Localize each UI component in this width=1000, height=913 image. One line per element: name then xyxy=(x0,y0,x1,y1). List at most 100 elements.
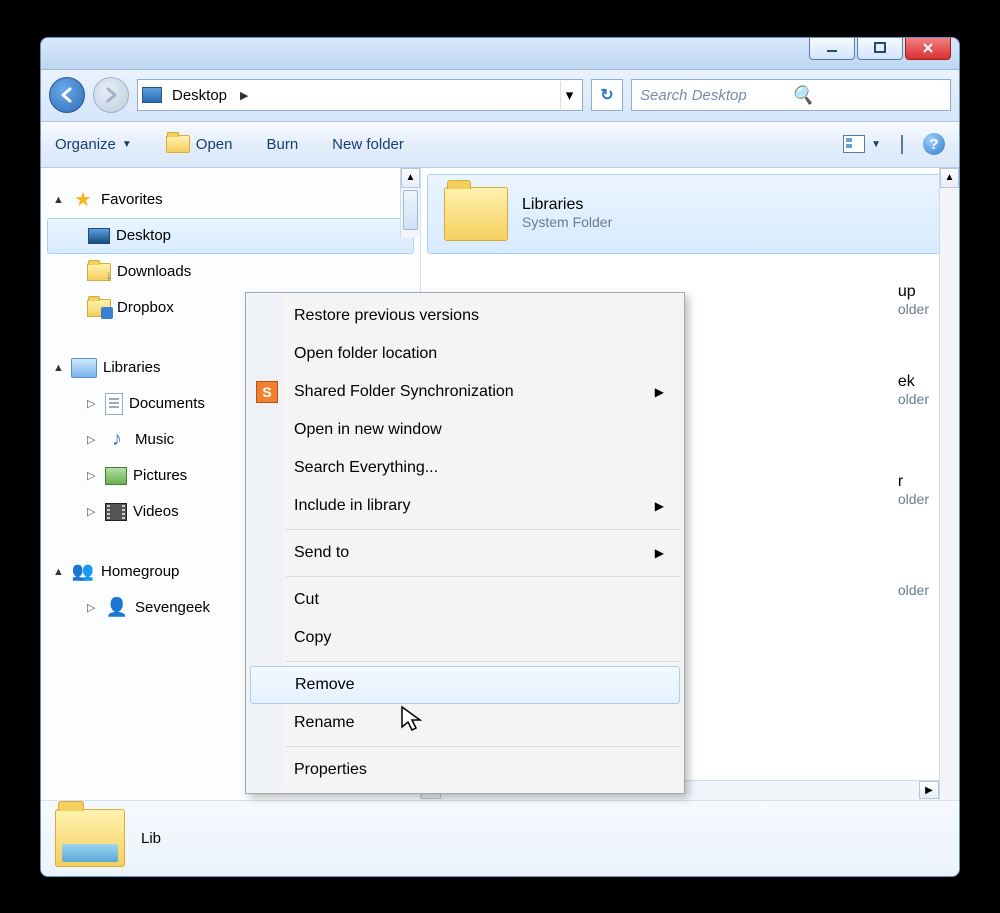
expand-icon[interactable]: ▷ xyxy=(87,505,99,518)
scroll-right-icon[interactable]: ▶ xyxy=(919,781,939,799)
folder-icon xyxy=(55,809,125,867)
search-placeholder: Search Desktop xyxy=(640,87,791,104)
sidebar-item-label: Downloads xyxy=(117,263,191,280)
preview-pane-button[interactable] xyxy=(901,136,903,153)
dropbox-folder-icon xyxy=(87,299,111,317)
star-icon: ★ xyxy=(71,189,95,211)
menu-open-folder-location[interactable]: Open folder location xyxy=(248,335,682,373)
menu-shared-folder-sync[interactable]: S Shared Folder Synchronization ▶ xyxy=(248,373,682,411)
nav-bar: Desktop ▶ ▾ ↻ Search Desktop 🔍 xyxy=(41,70,959,122)
homegroup-label: Homegroup xyxy=(101,563,179,580)
file-item-libraries[interactable]: Libraries System Folder xyxy=(427,174,953,254)
scroll-thumb[interactable] xyxy=(403,190,418,230)
menu-label: Include in library xyxy=(294,497,411,515)
menu-label: Cut xyxy=(294,591,319,609)
expand-icon[interactable]: ▷ xyxy=(87,397,99,410)
titlebar xyxy=(41,38,959,70)
menu-label: Restore previous versions xyxy=(294,307,479,325)
submenu-arrow-icon: ▶ xyxy=(655,546,664,560)
favorites-label: Favorites xyxy=(101,191,163,208)
file-name-partial: r xyxy=(898,473,903,490)
details-name-partial: Lib xyxy=(141,830,161,847)
view-icon xyxy=(843,135,865,153)
sidebar-item-label: Desktop xyxy=(116,227,171,244)
sidebar-item-label: Music xyxy=(135,431,174,448)
breadcrumb-desktop[interactable]: Desktop xyxy=(168,87,231,104)
expand-icon[interactable]: ▷ xyxy=(87,601,99,614)
menu-open-in-new-window[interactable]: Open in new window xyxy=(248,411,682,449)
chevron-down-icon: ▼ xyxy=(871,139,881,150)
expand-icon[interactable]: ▷ xyxy=(87,433,99,446)
file-name-partial: up xyxy=(898,283,916,300)
sidebar-item-downloads[interactable]: Downloads xyxy=(41,254,420,290)
collapse-icon[interactable]: ▲ xyxy=(53,566,65,578)
menu-properties[interactable]: Properties xyxy=(248,751,682,789)
menu-copy[interactable]: Copy xyxy=(248,619,682,657)
menu-remove[interactable]: Remove xyxy=(250,666,680,704)
libraries-icon xyxy=(71,358,97,378)
libraries-label: Libraries xyxy=(103,359,161,376)
address-bar[interactable]: Desktop ▶ ▾ xyxy=(137,79,583,111)
minimize-button[interactable] xyxy=(809,38,855,60)
burn-button[interactable]: Burn xyxy=(266,136,298,153)
forward-button[interactable] xyxy=(93,77,129,113)
menu-separator xyxy=(286,746,680,747)
view-options-button[interactable]: ▼ xyxy=(843,135,881,153)
menu-label: Open in new window xyxy=(294,421,442,439)
person-icon: 👤 xyxy=(105,597,129,619)
collapse-icon[interactable]: ▲ xyxy=(53,362,65,374)
folder-open-icon xyxy=(166,135,190,153)
scroll-up-icon[interactable]: ▲ xyxy=(940,168,959,188)
back-button[interactable] xyxy=(49,77,85,113)
desktop-icon xyxy=(142,87,162,103)
menu-separator xyxy=(286,661,680,662)
downloads-folder-icon xyxy=(87,263,111,281)
expand-icon[interactable]: ▷ xyxy=(87,469,99,482)
monitor-icon xyxy=(88,228,110,244)
chevron-down-icon: ▼ xyxy=(122,139,132,150)
open-button[interactable]: Open xyxy=(166,135,233,153)
file-name-partial: ek xyxy=(898,373,915,390)
menu-send-to[interactable]: Send to ▶ xyxy=(248,534,682,572)
maximize-button[interactable] xyxy=(857,38,903,60)
file-name: Libraries xyxy=(522,196,583,213)
breadcrumb-arrow-icon[interactable]: ▶ xyxy=(237,89,251,102)
menu-search-everything[interactable]: Search Everything... xyxy=(248,449,682,487)
sidebar-item-label: Dropbox xyxy=(117,299,174,316)
file-type-partial: older xyxy=(898,582,929,598)
new-folder-label: New folder xyxy=(332,136,404,153)
menu-cut[interactable]: Cut xyxy=(248,581,682,619)
menu-label: Send to xyxy=(294,544,349,562)
details-pane: Lib xyxy=(41,800,959,876)
main-vertical-scrollbar[interactable]: ▲ xyxy=(939,168,959,800)
s-box-icon: S xyxy=(256,381,278,403)
refresh-button[interactable]: ↻ xyxy=(591,79,623,111)
menu-label: Rename xyxy=(294,714,354,732)
sidebar-item-label: Videos xyxy=(133,503,179,520)
scroll-up-icon[interactable]: ▲ xyxy=(401,168,420,188)
menu-label: Search Everything... xyxy=(294,459,438,477)
address-dropdown[interactable]: ▾ xyxy=(560,81,578,109)
sidebar-section-favorites[interactable]: ▲ ★ Favorites xyxy=(41,182,420,218)
menu-include-in-library[interactable]: Include in library ▶ xyxy=(248,487,682,525)
menu-rename[interactable]: Rename xyxy=(248,704,682,742)
toolbar: Organize ▼ Open Burn New folder ▼ ? xyxy=(41,122,959,168)
menu-label: Copy xyxy=(294,629,331,647)
organize-menu[interactable]: Organize ▼ xyxy=(55,136,132,153)
pictures-icon xyxy=(105,467,127,485)
submenu-arrow-icon: ▶ xyxy=(655,499,664,513)
sidebar-scrollbar[interactable]: ▲ xyxy=(400,168,420,238)
menu-label: Remove xyxy=(295,676,355,694)
file-type-partial: older xyxy=(898,301,929,317)
search-input[interactable]: Search Desktop 🔍 xyxy=(631,79,951,111)
homegroup-icon: 👥 xyxy=(71,561,95,583)
menu-separator xyxy=(286,529,680,530)
close-button[interactable] xyxy=(905,38,951,60)
file-type-partial: older xyxy=(898,491,929,507)
sidebar-item-desktop[interactable]: Desktop xyxy=(47,218,414,254)
search-icon: 🔍 xyxy=(791,85,942,106)
menu-restore-previous-versions[interactable]: Restore previous versions xyxy=(248,297,682,335)
new-folder-button[interactable]: New folder xyxy=(332,136,404,153)
collapse-icon[interactable]: ▲ xyxy=(53,194,65,206)
help-button[interactable]: ? xyxy=(923,133,945,155)
